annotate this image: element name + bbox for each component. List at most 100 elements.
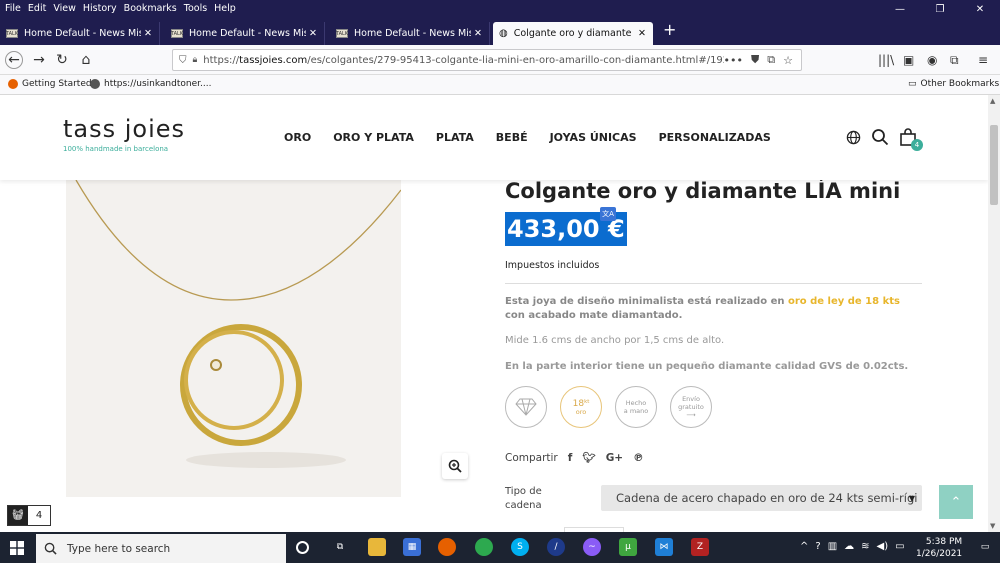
scroll-to-top-button[interactable]: ⌃: [939, 485, 973, 519]
chain-type-label: Tipo de cadena: [505, 486, 542, 511]
battery-icon[interactable]: ▭: [895, 541, 904, 552]
share-label: Compartir: [505, 451, 558, 464]
lock-icon[interactable]: 🔒︎: [193, 55, 198, 65]
sidebar-icon[interactable]: ▣: [903, 53, 914, 67]
menu-bookmarks[interactable]: Bookmarks: [124, 3, 177, 14]
volume-icon[interactable]: ◀): [877, 541, 889, 552]
handmade-badge: Hecho a mano: [615, 386, 657, 428]
reload-icon[interactable]: ↻: [53, 51, 71, 69]
site-header: tass joies 100% handmade in barcelona OR…: [0, 95, 988, 180]
nav-oro[interactable]: ORO: [284, 131, 311, 144]
description-paragraph-1: Esta joya de diseño minimalista está rea…: [505, 296, 900, 321]
product-image[interactable]: [66, 180, 401, 497]
library-icon[interactable]: |||\: [878, 53, 894, 67]
back-arrow-icon[interactable]: ←: [5, 51, 23, 69]
close-window-button[interactable]: ✕: [960, 0, 1000, 19]
network-icon[interactable]: ▥: [828, 541, 837, 552]
forward-arrow-icon[interactable]: →: [30, 51, 48, 69]
tab-3[interactable]: TALK Home Default - News Mississip ✕: [330, 22, 490, 45]
shield-icon[interactable]: ⛉: [179, 55, 187, 66]
site-icon: [90, 79, 100, 89]
url-text: https://tassjoies.com/es/colgantes/279-9…: [203, 54, 724, 66]
cloud-icon[interactable]: ☁: [844, 541, 854, 552]
tab-1[interactable]: TALK Home Default - News Mississip ✕: [0, 22, 160, 45]
task-view-icon[interactable]: ⧉: [331, 538, 349, 556]
diamond-icon: [505, 386, 547, 428]
taskbar-search[interactable]: Type here to search: [36, 534, 286, 563]
google-plus-icon[interactable]: G+: [606, 452, 623, 464]
chevron-up-icon[interactable]: ^: [800, 541, 808, 552]
tab-4-active[interactable]: ◍ Colgante oro y diamante LÍA m ✕: [493, 22, 653, 45]
tab-2[interactable]: TALK Home Default - News Mississip ✕: [165, 22, 325, 45]
scroll-up-icon[interactable]: ▲: [990, 97, 995, 105]
menu-help[interactable]: Help: [214, 3, 236, 14]
nav-personalizadas[interactable]: PERSONALIZADAS: [659, 131, 771, 144]
translate-popup-icon[interactable]: 文A: [600, 207, 616, 221]
bookmark-getting-started[interactable]: Getting Started: [8, 79, 92, 89]
help-icon[interactable]: ?: [815, 541, 820, 552]
other-bookmarks[interactable]: ▭ Other Bookmarks: [908, 79, 999, 89]
home-icon[interactable]: ⌂: [77, 51, 95, 69]
messenger-icon[interactable]: ~: [583, 538, 601, 556]
vscode-icon[interactable]: ⋈: [655, 538, 673, 556]
tab-title: Home Default - News Mississip: [24, 28, 141, 39]
store-icon[interactable]: ▦: [403, 538, 421, 556]
menu-edit[interactable]: Edit: [28, 3, 46, 14]
restore-button[interactable]: ❐: [920, 0, 960, 19]
file-explorer-icon[interactable]: [368, 538, 386, 556]
tab-title: Home Default - News Mississip: [189, 28, 306, 39]
chain-type-select[interactable]: Cadena de acero chapado en oro de 24 kts…: [601, 485, 922, 511]
tab-close-icon[interactable]: ✕: [471, 28, 485, 39]
filezilla-icon[interactable]: Z: [691, 538, 709, 556]
zoom-in-icon[interactable]: [442, 453, 468, 479]
menu-bar: File Edit View History Bookmarks Tools H…: [0, 0, 1000, 19]
nav-joyas-unicas[interactable]: JOYAS ÚNICAS: [550, 131, 637, 144]
translate-ext-icon[interactable]: ⧉: [950, 53, 959, 68]
free-shipping-badge: Envío gratuito ⟶: [670, 386, 712, 428]
cart-count-badge: 4: [911, 139, 923, 151]
mini-cart-widget[interactable]: 🧺︎ 4: [7, 505, 51, 526]
windows-start-icon[interactable]: [10, 541, 24, 558]
minimize-button[interactable]: —: [880, 0, 920, 19]
scrollbar-thumb[interactable]: [990, 125, 998, 205]
scroll-down-icon[interactable]: ▼: [990, 522, 995, 530]
search-icon[interactable]: [871, 128, 889, 146]
hamburger-menu-icon[interactable]: ≡: [978, 53, 988, 67]
account-icon[interactable]: ◉: [927, 53, 937, 67]
cortana-icon[interactable]: [296, 541, 309, 554]
pinterest-icon[interactable]: ℗: [633, 452, 644, 464]
taskbar-clock[interactable]: 5:38 PM 1/26/2021: [916, 536, 962, 560]
skype-icon[interactable]: S: [511, 538, 529, 556]
browser-icon[interactable]: /: [547, 538, 565, 556]
url-bar[interactable]: ⛉ 🔒︎ https://tassjoies.com/es/colgantes/…: [172, 49, 802, 71]
nav-bebe[interactable]: BEBÉ: [496, 131, 528, 144]
menu-view[interactable]: View: [53, 3, 76, 14]
system-tray: ^ ? ▥ ☁ ≋ ◀) ▭: [800, 541, 905, 552]
chrome-icon[interactable]: [475, 538, 493, 556]
nav-plata[interactable]: PLATA: [436, 131, 474, 144]
bookmark-star-icon[interactable]: ☆: [783, 54, 793, 67]
wifi-icon[interactable]: ≋: [861, 541, 869, 552]
nav-oro-y-plata[interactable]: ORO Y PLATA: [333, 131, 414, 144]
language-globe-icon[interactable]: [846, 130, 861, 145]
notifications-icon[interactable]: ▭: [976, 538, 994, 556]
more-actions-icon[interactable]: •••: [724, 54, 743, 67]
logo-tagline: 100% handmade in barcelona: [63, 145, 169, 153]
tab-close-icon[interactable]: ✕: [306, 28, 320, 39]
site-logo[interactable]: tass joies 100% handmade in barcelona: [63, 115, 185, 153]
page-scrollbar[interactable]: ▲ ▼: [988, 95, 1000, 532]
bookmark-usinkandtoner[interactable]: https://usinkandtoner....: [90, 79, 211, 89]
facebook-icon[interactable]: f: [568, 452, 573, 464]
windows-taskbar: Type here to search ⧉ ▦ S / ~ µ ⋈ Z ^ ? …: [0, 532, 1000, 563]
translate-icon[interactable]: ⧉: [767, 53, 775, 67]
tab-close-icon[interactable]: ✕: [141, 28, 155, 39]
menu-history[interactable]: History: [83, 3, 117, 14]
twitter-icon[interactable]: 🐦︎: [582, 451, 595, 464]
firefox-icon[interactable]: [438, 538, 456, 556]
utorrent-icon[interactable]: µ: [619, 538, 637, 556]
menu-tools[interactable]: Tools: [184, 3, 207, 14]
new-tab-button[interactable]: +: [663, 20, 676, 39]
pocket-icon[interactable]: ⛊: [751, 53, 759, 67]
menu-file[interactable]: File: [5, 3, 21, 14]
tab-close-icon[interactable]: ✕: [635, 28, 649, 39]
